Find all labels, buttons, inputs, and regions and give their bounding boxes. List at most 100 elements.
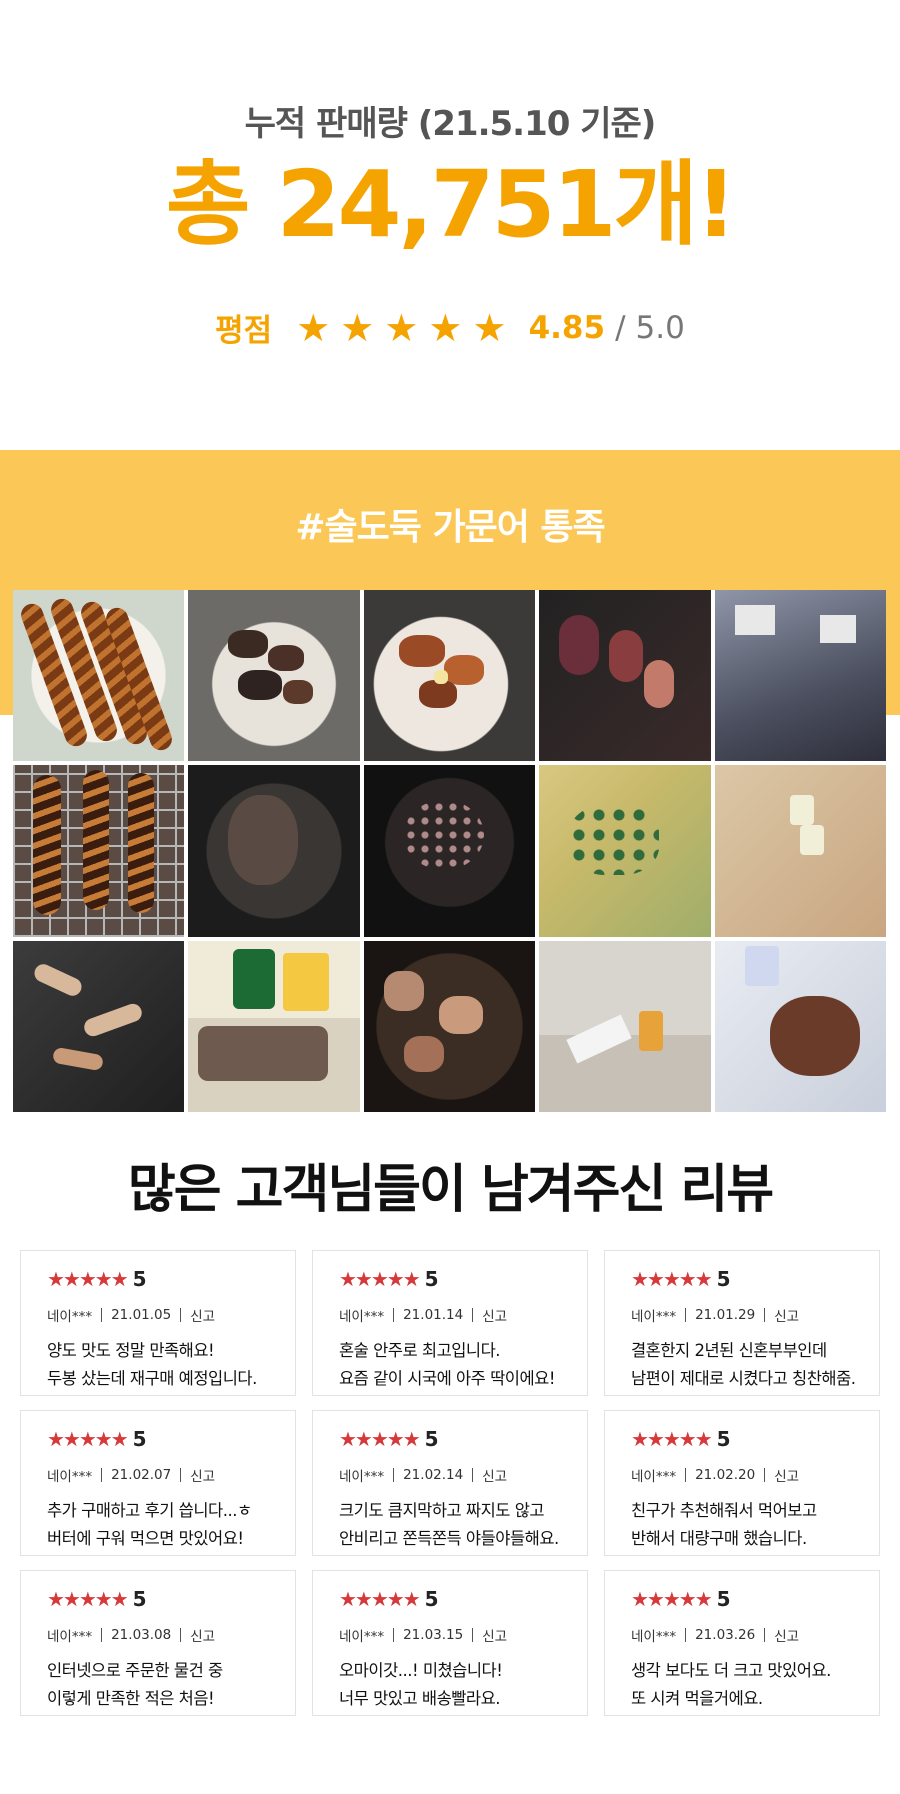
star-rating-icon: ★★★★★ <box>631 1427 713 1451</box>
report-link[interactable]: 신고 <box>190 1305 215 1325</box>
review-line: 인터넷으로 주문한 물건 중 <box>47 1661 223 1680</box>
review-list: ★★★★★ 5 네이*** 21.01.05 신고 양도 맛도 정말 만족해요!… <box>20 1250 880 1716</box>
review-date: 21.03.26 <box>695 1627 756 1643</box>
review-line: 버터에 구워 먹으면 맛있어요! <box>47 1529 244 1548</box>
review-meta: 네이*** 21.01.29 신고 <box>631 1305 879 1325</box>
review-line: 반해서 대량구매 했습니다. <box>631 1529 807 1548</box>
meta-divider <box>393 1468 395 1482</box>
reviewer-name: 네이*** <box>339 1309 385 1325</box>
meta-divider <box>764 1308 766 1322</box>
star-rating-icon: ★★★★★ <box>47 1267 129 1291</box>
review-date: 21.02.07 <box>111 1467 172 1483</box>
review-line: 두봉 샀는데 재구매 예정입니다. <box>47 1369 257 1388</box>
report-link[interactable]: 신고 <box>774 1465 799 1485</box>
octopus-in-airfryer-photo <box>188 765 360 937</box>
packaged-octopus-photo <box>714 590 886 762</box>
meta-divider <box>472 1308 474 1322</box>
review-line: 크기도 큼지막하고 짜지도 않고 <box>339 1501 545 1520</box>
review-date: 21.01.14 <box>403 1307 464 1323</box>
star-rating-icon: ★★★★★ <box>339 1587 421 1611</box>
review-meta: 네이*** 21.02.07 신고 <box>47 1465 295 1485</box>
reviewer-name: 네이*** <box>339 1469 385 1485</box>
review-rating: ★★★★★ 5 <box>47 1427 295 1451</box>
review-text: 인터넷으로 주문한 물건 중 이렇게 만족한 적은 처음! <box>47 1657 295 1713</box>
meta-divider <box>472 1468 474 1482</box>
review-line: 오마이갓...! 미쳤습니다! <box>339 1661 503 1680</box>
sales-stats-section: 누적 판매량 (21.5.10 기준) 총 24,751개! 평점 ★ ★ ★ … <box>0 0 900 450</box>
review-rating: ★★★★★ 5 <box>47 1587 295 1611</box>
review-text: 생각 보다도 더 크고 맛있어요. 또 시켜 먹을거에요. <box>631 1657 879 1713</box>
meta-divider <box>764 1468 766 1482</box>
report-link[interactable]: 신고 <box>190 1465 215 1485</box>
review-line: 친구가 추천해줘서 먹어보고 <box>631 1501 817 1520</box>
review-meta: 네이*** 21.02.20 신고 <box>631 1465 879 1485</box>
rating-score: 4.85 <box>528 309 606 346</box>
report-link[interactable]: 신고 <box>482 1625 507 1645</box>
review-date: 21.01.29 <box>695 1307 756 1323</box>
review-line: 양도 맛도 정말 만족해요! <box>47 1341 215 1360</box>
review-line: 또 시켜 먹을거에요. <box>631 1689 763 1708</box>
review-line: 추가 구매하고 후기 씁니다...ㅎ <box>47 1501 252 1520</box>
review-line: 요즘 같이 시국에 아주 딱이에요! <box>339 1369 555 1388</box>
review-rating: ★★★★★ 5 <box>339 1427 587 1451</box>
report-link[interactable]: 신고 <box>482 1465 507 1485</box>
review-date: 21.01.05 <box>111 1307 172 1323</box>
meta-divider <box>472 1628 474 1642</box>
sliced-octopus-plate-photo <box>188 590 360 762</box>
review-date: 21.03.15 <box>403 1627 464 1643</box>
review-rating: ★★★★★ 5 <box>47 1267 295 1291</box>
review-meta: 네이*** 21.01.05 신고 <box>47 1305 295 1325</box>
star-rating-icon: ★★★★★ <box>631 1267 713 1291</box>
review-card: ★★★★★ 5 네이*** 21.03.26 신고 생각 보다도 더 크고 맛있… <box>604 1570 880 1716</box>
meta-divider <box>180 1628 182 1642</box>
octopus-in-pan-photo <box>363 765 536 937</box>
report-link[interactable]: 신고 <box>482 1305 507 1325</box>
review-text: 오마이갓...! 미쳤습니다! 너무 맛있고 배송빨라요. <box>339 1657 587 1713</box>
review-meta: 네이*** 21.01.14 신고 <box>339 1305 587 1325</box>
review-text: 추가 구매하고 후기 씁니다...ㅎ 버터에 구워 먹으면 맛있어요! <box>47 1497 295 1553</box>
reviewer-name: 네이*** <box>47 1309 93 1325</box>
reviewer-name: 네이*** <box>631 1309 677 1325</box>
review-date: 21.02.14 <box>403 1467 464 1483</box>
star-icon: ★ <box>384 305 419 350</box>
meta-divider <box>101 1308 103 1322</box>
report-link[interactable]: 신고 <box>190 1625 215 1645</box>
review-score: 5 <box>716 1267 731 1291</box>
review-score: 5 <box>424 1267 439 1291</box>
star-rating-icon: ★★★★★ <box>339 1267 421 1291</box>
glazed-octopus-pieces-photo <box>539 590 711 762</box>
review-rating: ★★★★★ 5 <box>631 1267 879 1291</box>
meta-divider <box>180 1308 182 1322</box>
toasting-drinks-photo <box>714 765 886 937</box>
cumulative-sales-subtitle: 누적 판매량 (21.5.10 기준) <box>244 104 657 144</box>
grilled-tentacles-plate-photo <box>13 590 185 762</box>
report-link[interactable]: 신고 <box>774 1305 799 1325</box>
reviewer-name: 네이*** <box>47 1469 93 1485</box>
rating-summary: 평점 ★ ★ ★ ★ ★ 4.85 / 5.0 <box>0 305 900 350</box>
review-rating: ★★★★★ 5 <box>631 1427 879 1451</box>
review-score: 5 <box>132 1587 147 1611</box>
review-line: 혼술 안주로 최고입니다. <box>339 1341 501 1360</box>
meta-divider <box>180 1468 182 1482</box>
reviewer-name: 네이*** <box>631 1469 677 1485</box>
review-line: 생각 보다도 더 크고 맛있어요. <box>631 1661 831 1680</box>
spicy-octopus-closeup-photo <box>363 940 536 1112</box>
meta-divider <box>393 1308 395 1322</box>
octopus-with-beer-photo <box>188 940 360 1112</box>
report-link[interactable]: 신고 <box>774 1625 799 1645</box>
star-rating-icon: ★★★★★ <box>339 1427 421 1451</box>
review-line: 이렇게 만족한 적은 처음! <box>47 1689 215 1708</box>
review-line: 남편이 제대로 시켰다고 칭찬해줌. <box>631 1369 856 1388</box>
meta-divider <box>764 1628 766 1642</box>
meta-divider <box>685 1628 687 1642</box>
meta-divider <box>685 1308 687 1322</box>
review-rating: ★★★★★ 5 <box>631 1587 879 1611</box>
star-icon: ★ <box>340 305 375 350</box>
review-card: ★★★★★ 5 네이*** 21.01.05 신고 양도 맛도 정말 만족해요!… <box>20 1250 296 1396</box>
rating-label: 평점 <box>215 313 273 349</box>
review-date: 21.02.20 <box>695 1467 756 1483</box>
review-date: 21.03.08 <box>111 1627 172 1643</box>
review-line: 안비리고 쫀득쫀득 야들야들해요. <box>339 1529 559 1548</box>
review-text: 혼술 안주로 최고입니다. 요즘 같이 시국에 아주 딱이에요! <box>339 1337 587 1393</box>
stir-fried-octopus-photo <box>363 590 536 762</box>
